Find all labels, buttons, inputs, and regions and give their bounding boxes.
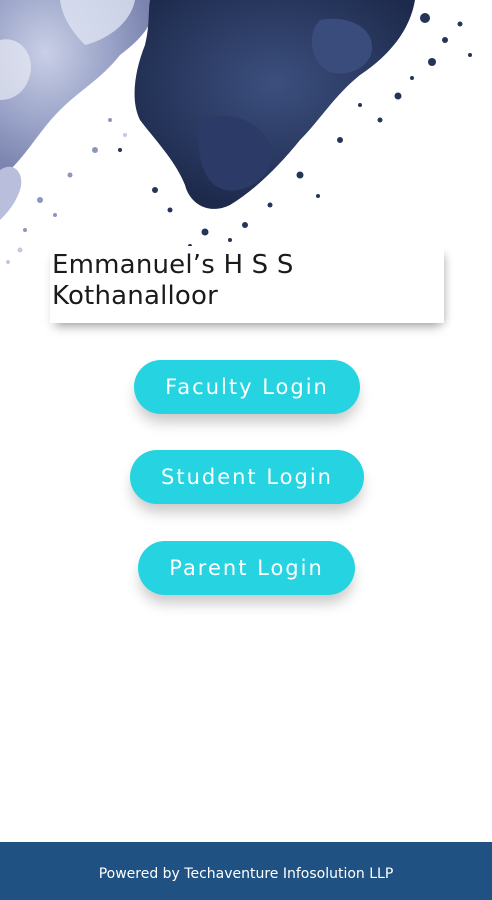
school-name: Emmanuel’s H S S Kothanalloor bbox=[52, 250, 294, 311]
student-login-button[interactable]: Student Login bbox=[130, 450, 364, 504]
faculty-login-button[interactable]: Faculty Login bbox=[134, 360, 360, 414]
parent-login-button[interactable]: Parent Login bbox=[138, 541, 355, 595]
school-name-card: Emmanuel’s H S S Kothanalloor bbox=[50, 246, 444, 323]
header-art-image bbox=[0, 0, 472, 264]
footer-bar: Powered by Techaventure Infosolution LLP bbox=[0, 842, 492, 900]
footer-credit: Powered by Techaventure Infosolution LLP bbox=[98, 866, 394, 882]
